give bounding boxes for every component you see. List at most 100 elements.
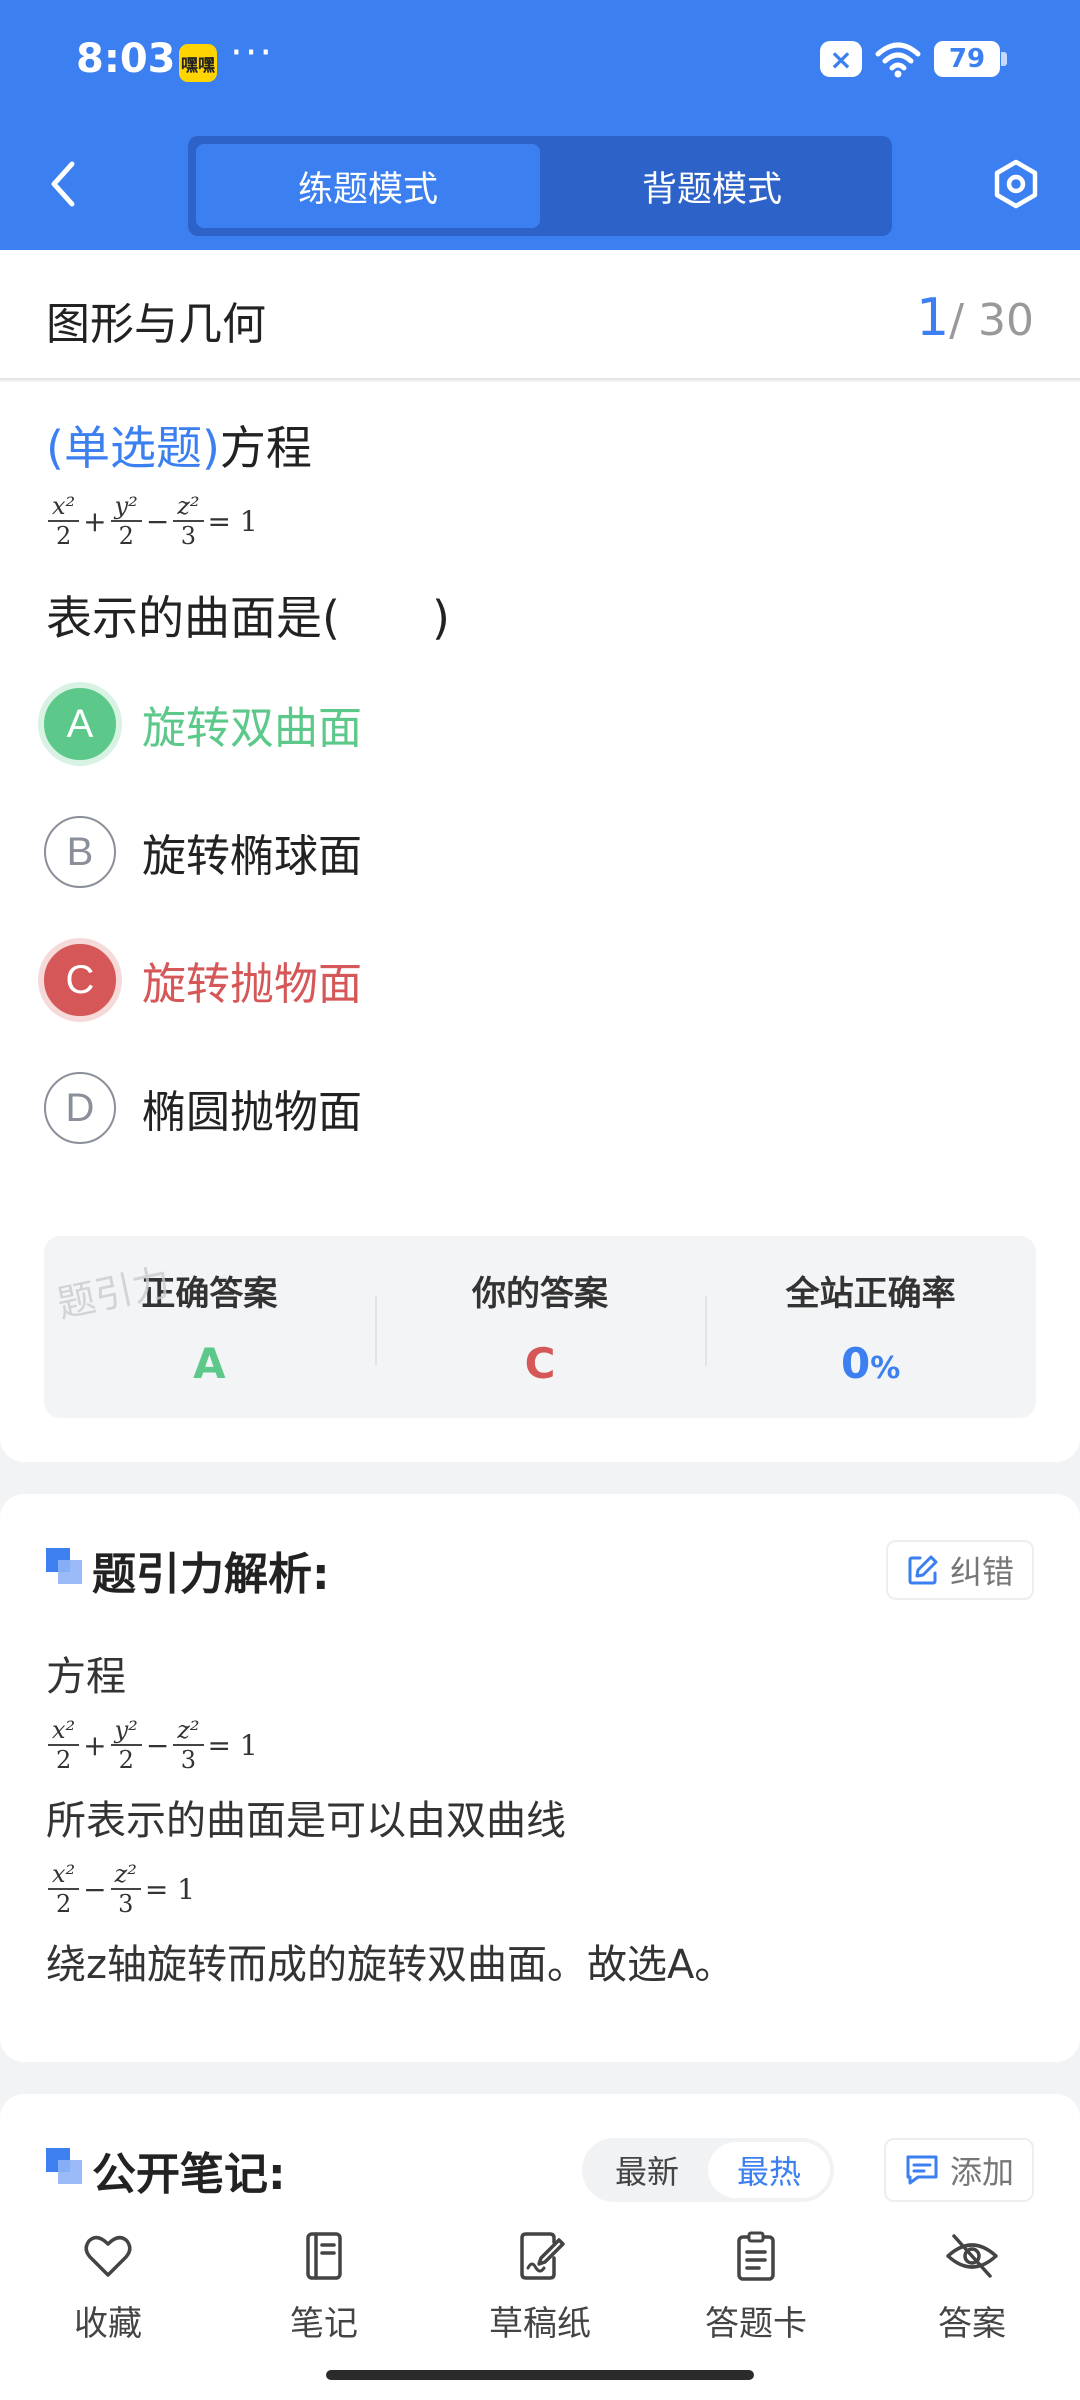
- add-note-button[interactable]: 添加: [883, 2138, 1034, 2202]
- analysis-line: 方程: [46, 1654, 126, 1700]
- formula-term: z²: [173, 492, 204, 522]
- section-header: 图形与几何 1/ 30: [0, 250, 1080, 380]
- correct-answer-stat: 正确答案 A: [44, 1236, 375, 1418]
- formula-denominator: 3: [118, 1890, 134, 1918]
- option-text: 旋转双曲面: [142, 703, 362, 754]
- section-block-icon: [46, 2148, 82, 2184]
- answer-stats: 正确答案 A 你的答案 C 全站正确率 0%: [44, 1236, 1036, 1418]
- draft-icon: [520, 2232, 565, 2280]
- formula-term: y²: [110, 1716, 142, 1746]
- formula-denominator: 2: [118, 522, 134, 550]
- favorite-button[interactable]: 收藏: [0, 2208, 216, 2400]
- section-title: 图形与几何: [46, 299, 266, 350]
- notebook-icon: [306, 2232, 342, 2280]
- formula-operator: −: [83, 1872, 107, 1906]
- formula-operator: +: [83, 504, 107, 538]
- option-letter: B: [44, 816, 116, 888]
- report-error-label: 纠错: [949, 1553, 1014, 1591]
- option-text: 旋转椭球面: [142, 831, 362, 882]
- more-notifications-icon: ···: [230, 30, 275, 76]
- accuracy-value: 0%: [841, 1339, 900, 1388]
- formula-denominator: 3: [180, 1746, 197, 1774]
- home-indicator[interactable]: [326, 2370, 754, 2380]
- notes-title: 公开笔记:: [92, 2149, 286, 2200]
- accuracy-stat: 全站正确率 0%: [705, 1236, 1036, 1418]
- accuracy-unit: %: [870, 1351, 901, 1386]
- add-note-label: 添加: [949, 2153, 1014, 2191]
- formula-denominator: 2: [55, 522, 72, 550]
- option-d[interactable]: D 椭圆抛物面: [44, 1068, 362, 1148]
- wifi-icon: [875, 42, 921, 78]
- formula-term: x²: [48, 492, 80, 522]
- formula-denominator: 2: [55, 1890, 72, 1918]
- draft-paper-label: 草稿纸: [489, 2304, 591, 2344]
- report-error-button[interactable]: 纠错: [885, 1540, 1034, 1600]
- favorite-label: 收藏: [74, 2304, 142, 2344]
- battery-icon: 79: [934, 41, 1007, 77]
- question-card: (单选题)方程 x² 2 + y² 2 − z² 3 = 1 表示的曲面是( ) A …: [0, 382, 1080, 1462]
- formula-equals: = 1: [207, 504, 258, 538]
- formula-denominator: 2: [118, 1746, 134, 1774]
- analysis-title: 题引力解析:: [92, 1549, 330, 1600]
- sort-hottest-tab[interactable]: 最热: [708, 2142, 830, 2198]
- current-question-number: 1: [916, 288, 950, 348]
- analysis-formula: x² 2 + y² 2 − z² 3 = 1: [46, 1702, 1036, 1788]
- top-bar: 8:03 嘿嘿 ··· × 79 练题模式 背题模式: [0, 0, 1080, 250]
- back-arrow-icon[interactable]: [44, 158, 84, 210]
- analysis-line: 所表示的曲面是可以由双曲线: [46, 1798, 566, 1844]
- tab-practice-mode[interactable]: 练题模式: [196, 144, 540, 228]
- formula-operator: +: [83, 1728, 107, 1762]
- accuracy-label: 全站正确率: [785, 1274, 956, 1314]
- formula-term: x²: [48, 1860, 80, 1890]
- your-answer-value: C: [524, 1339, 556, 1388]
- analysis-card: 题引力解析: 纠错 方程 x² 2 + y² 2 − z² 3 = 1 所表示的曲面是…: [0, 1494, 1080, 2062]
- your-answer-stat: 你的答案 C: [374, 1236, 706, 1418]
- question-type: (单选题): [46, 421, 220, 475]
- option-letter: C: [44, 944, 116, 1016]
- question-stem: (单选题)方程: [46, 412, 312, 478]
- notes-sort-switcher: 最新 最热: [582, 2138, 834, 2202]
- question-formula: x² 2 + y² 2 − z² 3 = 1: [46, 492, 260, 550]
- answer-sheet-icon: [737, 2231, 775, 2281]
- answer-sheet-label: 答题卡: [705, 2304, 807, 2344]
- analysis-body: 方程 x² 2 + y² 2 − z² 3 = 1 所表示的曲面是可以由双曲线 x² 2…: [46, 1644, 1036, 1990]
- question-text-prefix: 方程: [219, 421, 312, 475]
- answer-label: 答案: [938, 2304, 1006, 2344]
- option-letter: A: [44, 688, 116, 760]
- status-time: 8:03: [76, 36, 176, 82]
- settings-icon[interactable]: [990, 158, 1042, 210]
- formula-term: y²: [110, 492, 142, 522]
- option-c[interactable]: C 旋转抛物面: [44, 940, 362, 1020]
- question-counter: 1/ 30: [916, 288, 1034, 348]
- correct-answer-value: A: [193, 1339, 226, 1388]
- formula-term: z²: [110, 1860, 141, 1890]
- comment-add-icon: [906, 2155, 938, 2185]
- your-answer-label: 你的答案: [472, 1274, 608, 1314]
- notes-label: 笔记: [290, 2304, 358, 2344]
- heart-icon: [84, 2235, 132, 2277]
- sort-newest-tab[interactable]: 最新: [586, 2142, 708, 2198]
- option-letter: D: [44, 1072, 116, 1144]
- accuracy-number: 0: [841, 1339, 871, 1388]
- formula-equals: = 1: [144, 1872, 196, 1906]
- edit-icon: [908, 1555, 938, 1585]
- formula-denominator: 3: [180, 522, 197, 550]
- toggle-answer-button[interactable]: 答案: [864, 2208, 1080, 2400]
- option-b[interactable]: B 旋转椭球面: [44, 812, 362, 892]
- formula-operator: −: [145, 1728, 170, 1762]
- status-bar: 8:03 嘿嘿 ··· × 79: [0, 0, 1080, 120]
- analysis-line: 绕z轴旋转而成的旋转双曲面。故选A。: [46, 1942, 735, 1988]
- tab-memorize-mode[interactable]: 背题模式: [540, 144, 884, 228]
- mode-switcher: 练题模式 背题模式: [188, 136, 892, 236]
- option-text: 椭圆抛物面: [142, 1087, 362, 1138]
- formula-operator: −: [145, 504, 170, 538]
- app-notification-icon: 嘿嘿: [179, 44, 217, 82]
- formula-term: x²: [48, 1716, 80, 1746]
- formula-equals: = 1: [207, 1728, 258, 1762]
- option-a[interactable]: A 旋转双曲面: [44, 684, 362, 764]
- eye-off-icon: [946, 2234, 998, 2278]
- formula-term: z²: [173, 1716, 204, 1746]
- question-text-suffix: 表示的曲面是( ): [46, 591, 450, 645]
- section-block-icon: [46, 1548, 82, 1584]
- total-questions: / 30: [949, 295, 1034, 346]
